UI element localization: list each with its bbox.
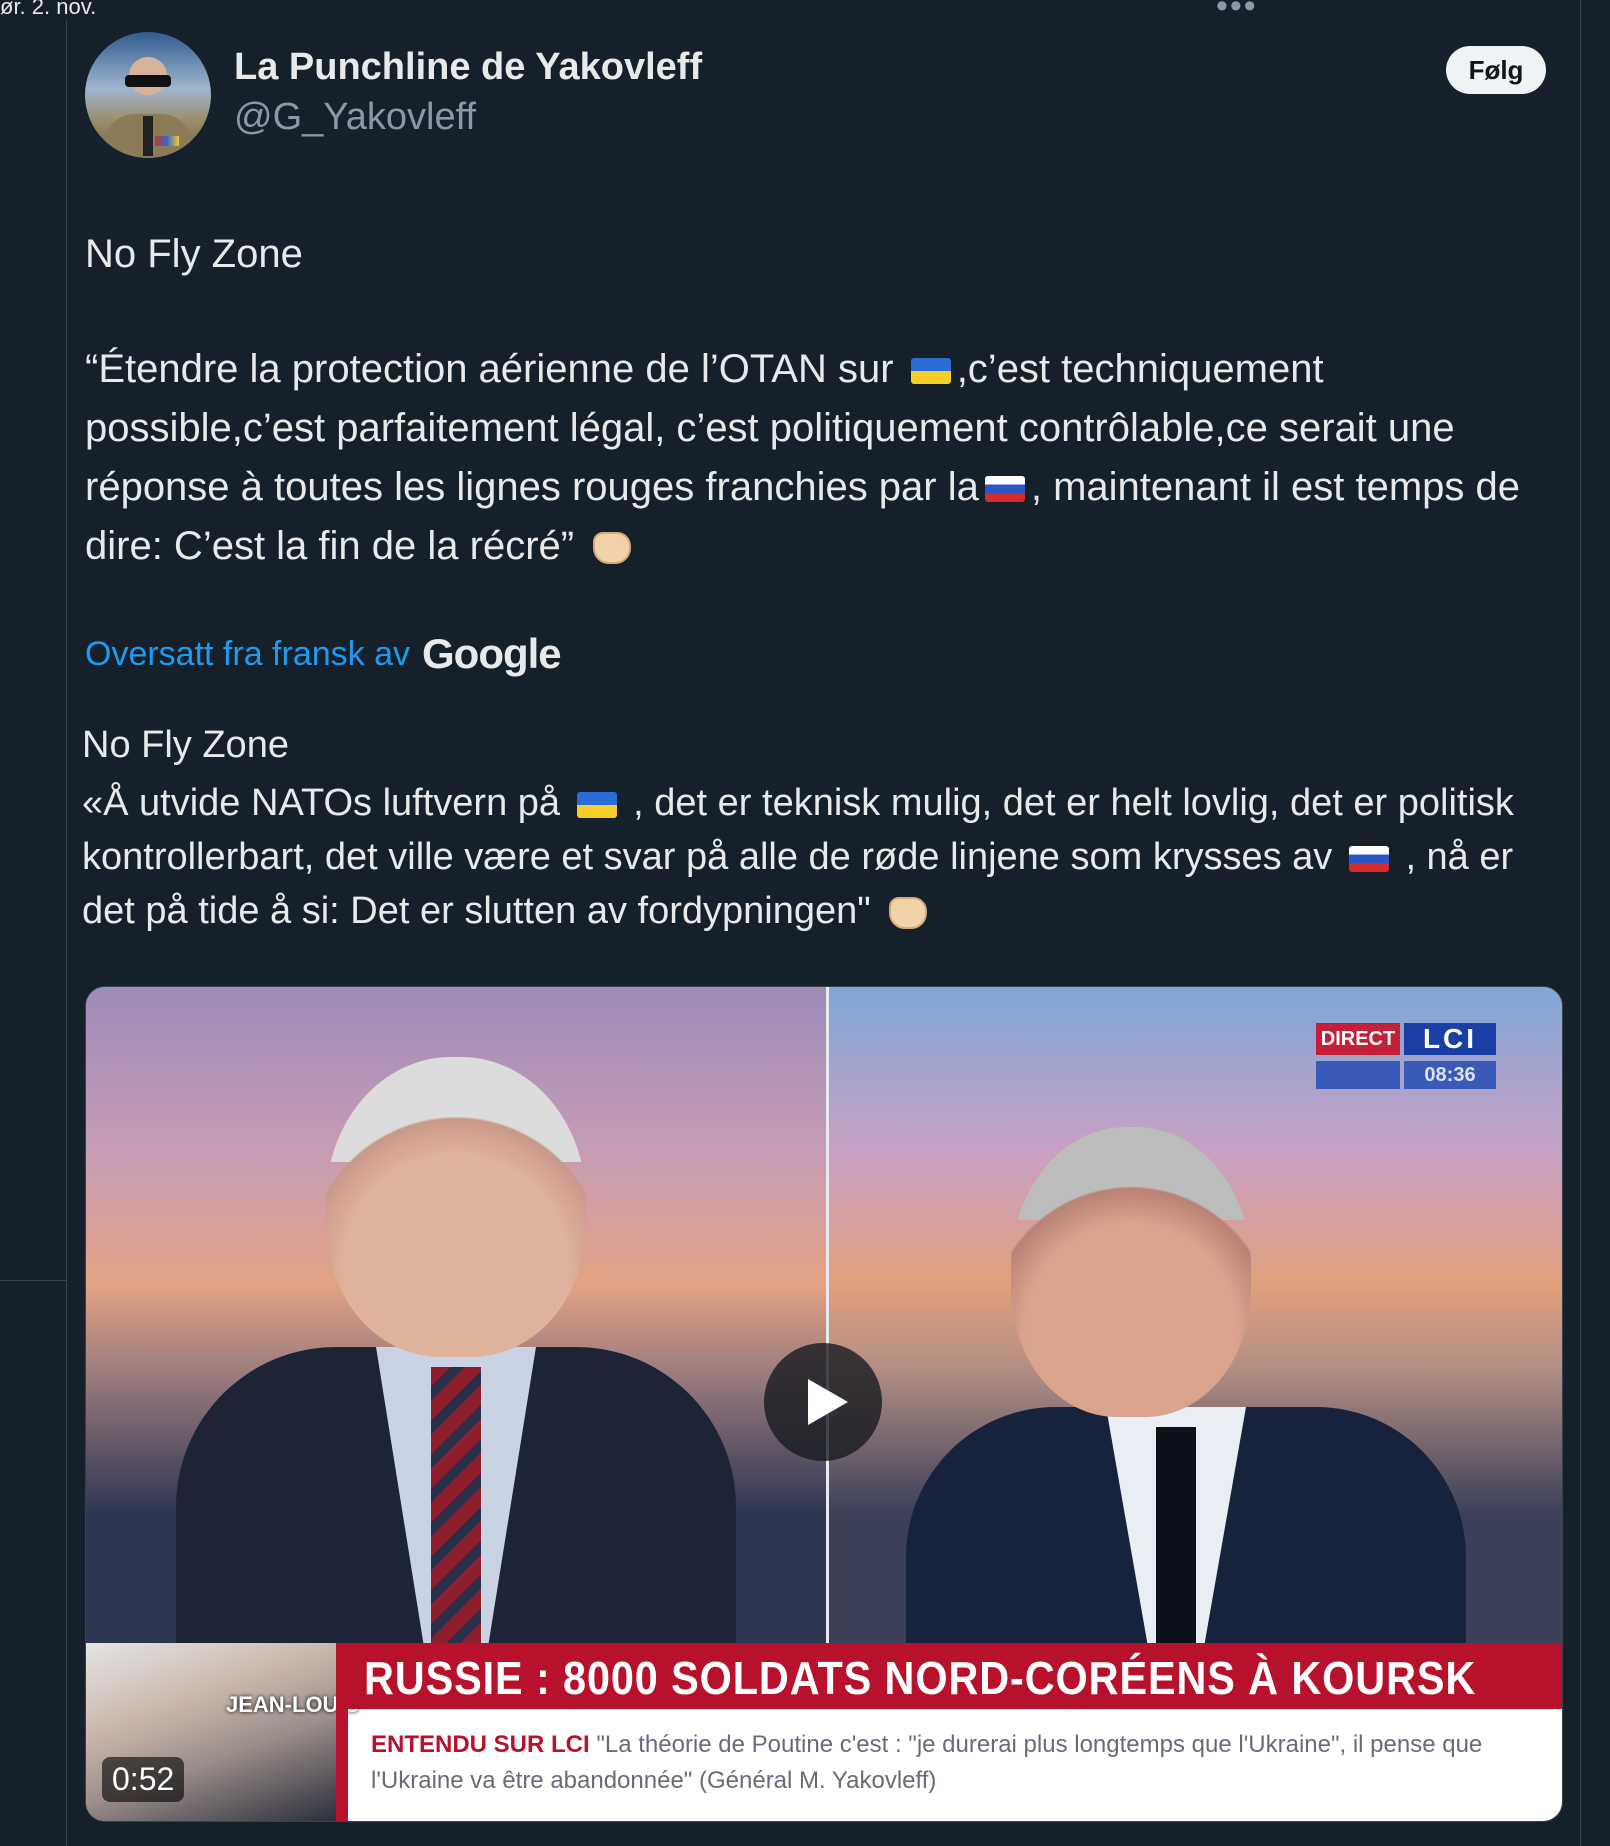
oncoming-fist-icon xyxy=(593,532,632,565)
play-icon[interactable] xyxy=(764,1343,882,1461)
ticker-accent xyxy=(336,1643,348,1821)
guest-tie xyxy=(431,1367,481,1647)
timeline-border-left xyxy=(66,20,67,1846)
ticker-source: ENTENDU SUR LCI xyxy=(371,1731,590,1758)
host-head xyxy=(1011,1127,1251,1417)
host-tie xyxy=(1156,1427,1196,1647)
avatar[interactable] xyxy=(85,32,211,158)
avatar-glasses xyxy=(125,75,171,87)
ticker-headline: RUSSIE : 8000 SOLDATS NORD-CORÉENS À KOU… xyxy=(364,1652,1477,1704)
follow-button[interactable]: Følg xyxy=(1446,46,1546,94)
oncoming-fist-icon xyxy=(889,896,928,929)
video-player[interactable]: DIRECT LCI 08:36 JEAN-LOUIS RUSSIE : 800… xyxy=(85,986,1563,1822)
live-badge: DIRECT xyxy=(1316,1023,1400,1055)
translation-body: «Å utvide NATOs luftvern på , det er tek… xyxy=(82,776,1572,938)
ukraine-flag-icon xyxy=(910,358,951,385)
avatar-medal xyxy=(155,136,179,146)
more-horizontal-icon[interactable]: ••• xyxy=(1216,0,1258,23)
translation-attribution[interactable]: Oversatt fra fransk av Google xyxy=(85,630,562,678)
russia-flag-icon xyxy=(1348,845,1389,872)
post-title: No Fly Zone xyxy=(85,232,303,276)
author-name[interactable]: La Punchline de Yakovleff xyxy=(234,46,702,89)
post-date-fragment: ør. 2. nov. xyxy=(0,0,97,19)
guest-head xyxy=(326,1057,586,1357)
left-column xyxy=(0,0,66,1846)
video-timer: 0:52 xyxy=(102,1757,185,1802)
timeline-border-right xyxy=(1580,0,1581,1846)
google-logo: Google xyxy=(422,630,562,677)
russia-flag-icon xyxy=(984,476,1025,503)
translation-part1: «Å utvide NATOs luftvern på xyxy=(82,782,561,824)
news-ticker: JEAN-LOUIS RUSSIE : 8000 SOLDATS NORD-CO… xyxy=(86,1643,1562,1821)
split-screen-divider xyxy=(826,987,829,1647)
post-body: “Étendre la protection aérienne de l’OTA… xyxy=(85,340,1565,576)
ukraine-flag-icon xyxy=(576,791,617,818)
post-body-part1: “Étendre la protection aérienne de l’OTA… xyxy=(85,347,894,391)
lci-logo: LCI xyxy=(1404,1023,1496,1055)
broadcast-time: 08:36 xyxy=(1404,1061,1496,1089)
left-divider xyxy=(0,1280,66,1281)
channel-badge: DIRECT LCI 08:36 xyxy=(1316,1023,1496,1097)
author-handle[interactable]: @G_Yakovleff xyxy=(234,96,476,139)
ticker-subtext: ENTENDU SUR LCI "La théorie de Poutine c… xyxy=(371,1727,1541,1799)
translation-title: No Fly Zone xyxy=(82,724,289,766)
channel-sub-badge xyxy=(1316,1061,1400,1089)
avatar-tie xyxy=(143,116,153,156)
translated-label[interactable]: Oversatt fra fransk av xyxy=(85,635,410,674)
